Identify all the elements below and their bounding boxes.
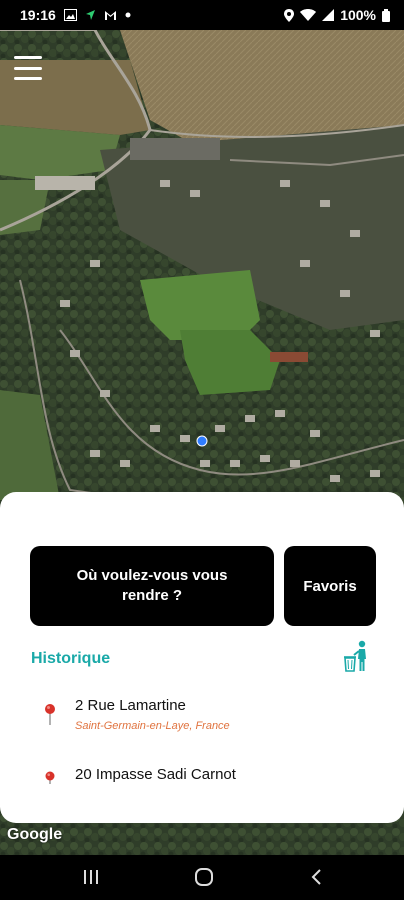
destination-button[interactable]: Où voulez-vous vous rendre ? [30,546,274,626]
hamburger-menu-icon[interactable] [14,56,42,80]
google-attribution: Google [7,826,63,843]
battery-icon [382,8,390,22]
image-icon [63,9,77,21]
location-arrow-icon [85,9,96,21]
status-bar: 19:16 100% [0,0,404,30]
battery-percent: 100% [340,7,376,23]
map-pin-icon [44,770,56,784]
bottom-sheet: Où voulez-vous vous rendre ? Favoris His… [0,492,404,823]
history-address: 20 Impasse Sadi Carnot [75,766,236,783]
wifi-icon [300,9,317,21]
dot-icon [125,12,131,18]
home-icon[interactable] [194,867,214,892]
system-nav-bar [0,855,404,900]
status-time: 19:16 [20,7,56,23]
gmail-icon [104,10,117,21]
trash-person-icon[interactable] [343,640,369,672]
recent-apps-icon[interactable] [83,869,99,890]
signal-icon [322,9,335,21]
history-title: Historique [31,650,111,667]
map-pin-icon [44,703,56,725]
location-pin-icon [284,8,295,22]
history-item[interactable]: 20 Impasse Sadi Carnot [0,766,404,814]
history-item[interactable]: 2 Rue Lamartine Saint-Germain-en-Laye, F… [0,697,404,745]
back-icon[interactable] [310,868,322,891]
favorites-button[interactable]: Favoris [284,546,376,626]
history-address: 2 Rue Lamartine [75,697,186,714]
history-city: Saint-Germain-en-Laye, France [75,720,230,732]
